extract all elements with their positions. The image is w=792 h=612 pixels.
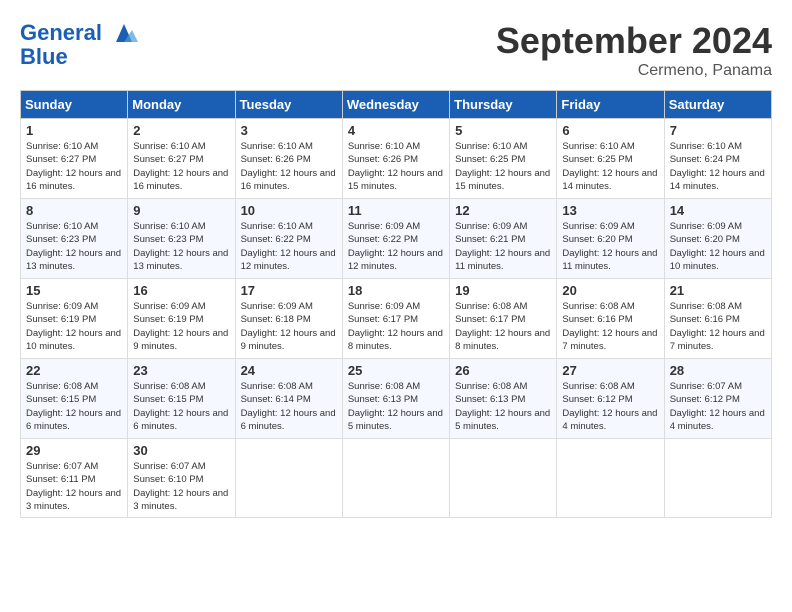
calendar-row-1: 1 Sunrise: 6:10 AMSunset: 6:27 PMDayligh… <box>21 119 772 199</box>
day-19: 19 Sunrise: 6:08 AMSunset: 6:17 PMDaylig… <box>450 279 557 359</box>
day-14: 14 Sunrise: 6:09 AMSunset: 6:20 PMDaylig… <box>664 199 771 279</box>
calendar-table: Sunday Monday Tuesday Wednesday Thursday… <box>20 90 772 518</box>
day-16: 16 Sunrise: 6:09 AMSunset: 6:19 PMDaylig… <box>128 279 235 359</box>
col-friday: Friday <box>557 91 664 119</box>
day-15: 15 Sunrise: 6:09 AMSunset: 6:19 PMDaylig… <box>21 279 128 359</box>
day-3: 3 Sunrise: 6:10 AMSunset: 6:26 PMDayligh… <box>235 119 342 199</box>
day-23: 23 Sunrise: 6:08 AMSunset: 6:15 PMDaylig… <box>128 359 235 439</box>
day-24: 24 Sunrise: 6:08 AMSunset: 6:14 PMDaylig… <box>235 359 342 439</box>
title-block: September 2024 Cermeno, Panama <box>496 20 772 80</box>
day-27: 27 Sunrise: 6:08 AMSunset: 6:12 PMDaylig… <box>557 359 664 439</box>
col-monday: Monday <box>128 91 235 119</box>
empty-cell-2 <box>342 439 449 518</box>
day-5: 5 Sunrise: 6:10 AMSunset: 6:25 PMDayligh… <box>450 119 557 199</box>
day-18: 18 Sunrise: 6:09 AMSunset: 6:17 PMDaylig… <box>342 279 449 359</box>
calendar-row-2: 8 Sunrise: 6:10 AMSunset: 6:23 PMDayligh… <box>21 199 772 279</box>
calendar-row-5: 29 Sunrise: 6:07 AMSunset: 6:11 PMDaylig… <box>21 439 772 518</box>
day-13: 13 Sunrise: 6:09 AMSunset: 6:20 PMDaylig… <box>557 199 664 279</box>
month-title: September 2024 <box>496 20 772 62</box>
col-thursday: Thursday <box>450 91 557 119</box>
empty-cell-3 <box>450 439 557 518</box>
location-subtitle: Cermeno, Panama <box>496 62 772 80</box>
col-saturday: Saturday <box>664 91 771 119</box>
logo: General Blue <box>20 20 138 70</box>
day-8: 8 Sunrise: 6:10 AMSunset: 6:23 PMDayligh… <box>21 199 128 279</box>
calendar-row-4: 22 Sunrise: 6:08 AMSunset: 6:15 PMDaylig… <box>21 359 772 439</box>
day-28: 28 Sunrise: 6:07 AMSunset: 6:12 PMDaylig… <box>664 359 771 439</box>
day-10: 10 Sunrise: 6:10 AMSunset: 6:22 PMDaylig… <box>235 199 342 279</box>
day-29: 29 Sunrise: 6:07 AMSunset: 6:11 PMDaylig… <box>21 439 128 518</box>
empty-cell-5 <box>664 439 771 518</box>
day-12: 12 Sunrise: 6:09 AMSunset: 6:21 PMDaylig… <box>450 199 557 279</box>
day-26: 26 Sunrise: 6:08 AMSunset: 6:13 PMDaylig… <box>450 359 557 439</box>
calendar-header-row: Sunday Monday Tuesday Wednesday Thursday… <box>21 91 772 119</box>
day-30: 30 Sunrise: 6:07 AMSunset: 6:10 PMDaylig… <box>128 439 235 518</box>
col-wednesday: Wednesday <box>342 91 449 119</box>
day-22: 22 Sunrise: 6:08 AMSunset: 6:15 PMDaylig… <box>21 359 128 439</box>
day-6: 6 Sunrise: 6:10 AMSunset: 6:25 PMDayligh… <box>557 119 664 199</box>
day-25: 25 Sunrise: 6:08 AMSunset: 6:13 PMDaylig… <box>342 359 449 439</box>
col-tuesday: Tuesday <box>235 91 342 119</box>
empty-cell-1 <box>235 439 342 518</box>
day-9: 9 Sunrise: 6:10 AMSunset: 6:23 PMDayligh… <box>128 199 235 279</box>
logo-icon <box>110 20 138 48</box>
day-2: 2 Sunrise: 6:10 AMSunset: 6:27 PMDayligh… <box>128 119 235 199</box>
calendar-row-3: 15 Sunrise: 6:09 AMSunset: 6:19 PMDaylig… <box>21 279 772 359</box>
day-17: 17 Sunrise: 6:09 AMSunset: 6:18 PMDaylig… <box>235 279 342 359</box>
page-header: General Blue September 2024 Cermeno, Pan… <box>20 20 772 80</box>
day-4: 4 Sunrise: 6:10 AMSunset: 6:26 PMDayligh… <box>342 119 449 199</box>
col-sunday: Sunday <box>21 91 128 119</box>
day-21: 21 Sunrise: 6:08 AMSunset: 6:16 PMDaylig… <box>664 279 771 359</box>
empty-cell-4 <box>557 439 664 518</box>
day-7: 7 Sunrise: 6:10 AMSunset: 6:24 PMDayligh… <box>664 119 771 199</box>
day-1: 1 Sunrise: 6:10 AMSunset: 6:27 PMDayligh… <box>21 119 128 199</box>
day-20: 20 Sunrise: 6:08 AMSunset: 6:16 PMDaylig… <box>557 279 664 359</box>
day-11: 11 Sunrise: 6:09 AMSunset: 6:22 PMDaylig… <box>342 199 449 279</box>
